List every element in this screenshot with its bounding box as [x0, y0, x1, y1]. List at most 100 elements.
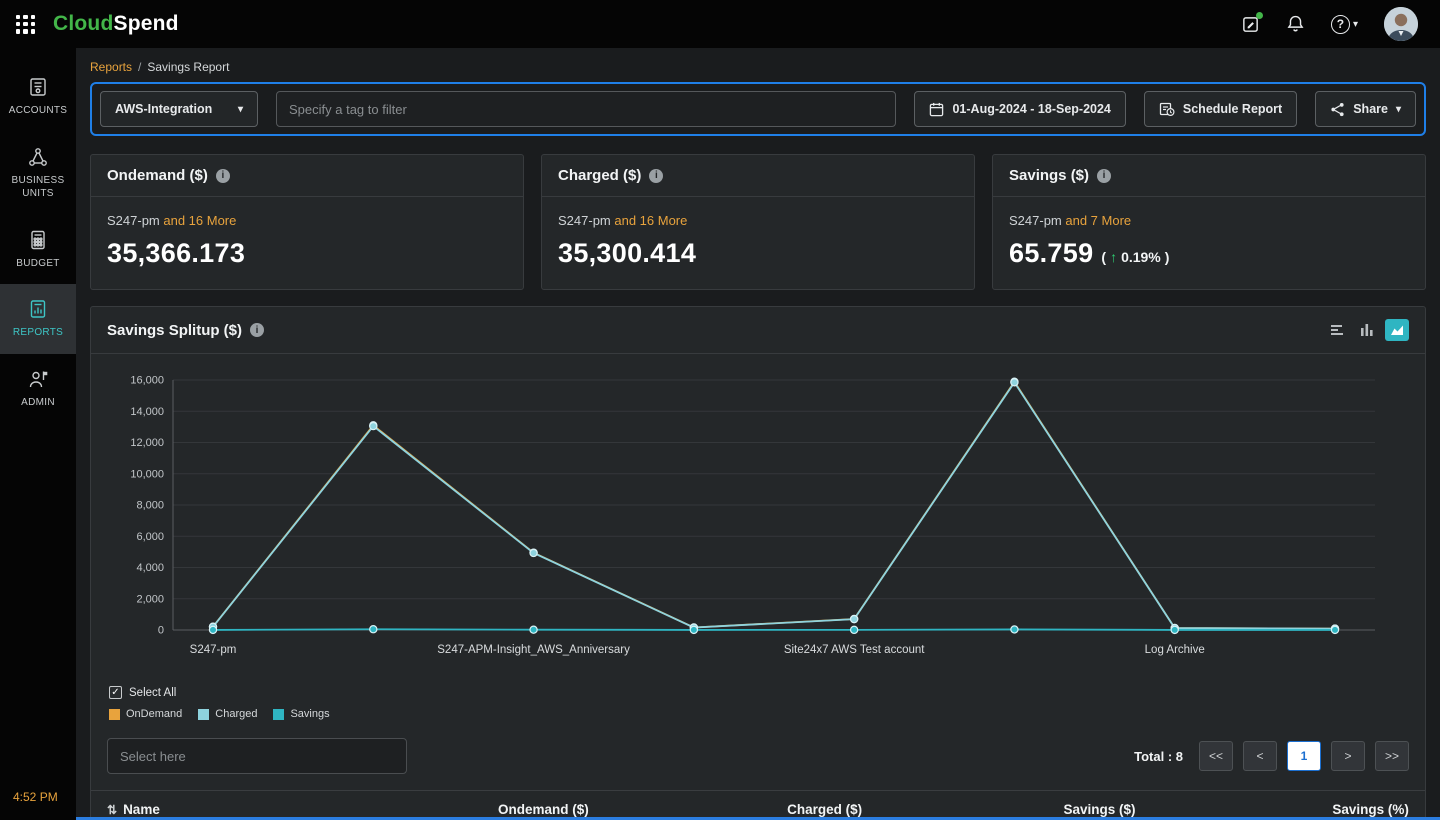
savings-splitup-card: Savings Splitup ($) i 02,0004,0006,0008,… — [90, 306, 1426, 820]
svg-text:Site24x7 AWS Test account: Site24x7 AWS Test account — [784, 644, 925, 656]
sort-icon[interactable]: ⇅ — [107, 803, 117, 817]
schedule-report-label: Schedule Report — [1183, 102, 1282, 116]
sidebar-item-budget[interactable]: BUDGET — [0, 215, 76, 285]
svg-text:S247-APM-Insight_AWS_Anniversa: S247-APM-Insight_AWS_Anniversary — [437, 644, 630, 656]
charged-card: Charged ($) i S247-pm and 16 More 35,300… — [541, 154, 975, 290]
savings-table: ⇅ Name Ondemand ($) Charged ($) Savings … — [91, 790, 1425, 820]
share-button[interactable]: Share ▾ — [1315, 91, 1416, 127]
savings-splitup-chart[interactable]: 02,0004,0006,0008,00010,00012,00014,0001… — [107, 364, 1409, 676]
account-select-input[interactable] — [107, 738, 407, 774]
account-dropdown[interactable]: AWS-Integration ▾ — [100, 91, 258, 127]
svg-text:S247-pm: S247-pm — [190, 644, 237, 656]
info-icon[interactable]: i — [649, 169, 663, 183]
header-charged[interactable]: Charged ($) — [589, 802, 862, 817]
svg-text:Log Archive: Log Archive — [1145, 644, 1205, 656]
pagination-next[interactable]: > — [1331, 741, 1365, 771]
share-icon — [1330, 102, 1345, 117]
ondemand-swatch — [109, 709, 120, 720]
header-savings-pct[interactable]: Savings (%) — [1136, 802, 1409, 817]
savings-value: 65.759 — [1009, 238, 1093, 269]
breadcrumb: Reports / Savings Report — [90, 60, 1426, 74]
select-all-label: Select All — [129, 687, 176, 699]
area-chart-icon[interactable] — [1385, 319, 1409, 341]
sidebar-label: REPORTS — [13, 326, 63, 340]
up-arrow-icon: ↑ — [1110, 249, 1117, 265]
ondemand-value: 35,366.173 — [107, 238, 507, 269]
header-ondemand[interactable]: Ondemand ($) — [315, 802, 588, 817]
sidebar-label: BUSINESS UNITS — [2, 174, 74, 201]
total-count: Total : 8 — [1134, 749, 1183, 764]
card-tag-more-link[interactable]: and 7 More — [1065, 213, 1131, 228]
info-icon[interactable]: i — [216, 169, 230, 183]
apps-grid-icon[interactable] — [16, 15, 35, 34]
card-tag: S247-pm — [107, 213, 160, 228]
feedback-icon[interactable] — [1241, 15, 1260, 34]
legend-item-savings[interactable]: Savings — [273, 708, 329, 720]
sidebar-label: ACCOUNTS — [9, 104, 68, 118]
pagination-page-1[interactable]: 1 — [1287, 741, 1321, 771]
top-bar: CloudSpend ? ▾ — [0, 0, 1440, 48]
header-name[interactable]: Name — [123, 802, 160, 817]
admin-icon — [27, 368, 49, 390]
ondemand-card: Ondemand ($) i S247-pm and 16 More 35,36… — [90, 154, 524, 290]
charged-swatch — [198, 709, 209, 720]
budget-icon — [27, 229, 49, 251]
legend-item-ondemand[interactable]: OnDemand — [109, 708, 182, 720]
date-range-button[interactable]: 01-Aug-2024 - 18-Sep-2024 — [914, 91, 1125, 127]
chart-title: Savings Splitup ($) — [107, 322, 242, 339]
svg-text:10,000: 10,000 — [130, 468, 164, 480]
pagination-prev[interactable]: < — [1243, 741, 1277, 771]
help-icon: ? — [1331, 15, 1350, 34]
table-controls: Total : 8 << < 1 > >> — [107, 738, 1409, 774]
card-title: Ondemand ($) — [107, 167, 208, 184]
schedule-icon — [1159, 101, 1175, 117]
brand-cloud: Cloud — [53, 12, 113, 35]
bell-icon[interactable] — [1286, 14, 1305, 34]
sidebar-nav: ACCOUNTS BUSINESS UNITS BUDGET REPORTS A… — [0, 48, 76, 820]
savings-delta: ( ↑ 0.19% ) — [1101, 249, 1169, 265]
card-tag-more-link[interactable]: and 16 More — [614, 213, 687, 228]
card-tag-more-link[interactable]: and 16 More — [163, 213, 236, 228]
accounts-icon — [27, 76, 49, 98]
sidebar-item-reports[interactable]: REPORTS — [0, 284, 76, 354]
sidebar-item-admin[interactable]: ADMIN — [0, 354, 76, 424]
info-icon[interactable]: i — [1097, 169, 1111, 183]
svg-text:8,000: 8,000 — [136, 500, 164, 512]
card-title: Savings ($) — [1009, 167, 1089, 184]
tag-filter-input[interactable] — [276, 91, 896, 127]
horizontal-bar-chart-icon[interactable] — [1325, 319, 1349, 341]
sidebar-item-business-units[interactable]: BUSINESS UNITS — [0, 132, 76, 215]
notification-dot — [1256, 12, 1263, 19]
select-all-checkbox[interactable]: ✓ Select All — [109, 686, 1407, 699]
calendar-icon — [929, 102, 944, 117]
sidebar-label: BUDGET — [16, 257, 59, 271]
info-icon[interactable]: i — [250, 323, 264, 337]
help-menu[interactable]: ? ▾ — [1331, 15, 1358, 34]
savings-card: Savings ($) i S247-pm and 7 More 65.759 … — [992, 154, 1426, 290]
breadcrumb-reports-link[interactable]: Reports — [90, 60, 132, 74]
pagination-first[interactable]: << — [1199, 741, 1233, 771]
chart-legend: ✓ Select All OnDemand Charged Savings — [91, 676, 1425, 720]
brand-logo: CloudSpend — [53, 12, 179, 36]
filter-toolbar: AWS-Integration ▾ 01-Aug-2024 - 18-Sep-2… — [90, 82, 1426, 136]
vertical-bar-chart-icon[interactable] — [1355, 319, 1379, 341]
svg-text:12,000: 12,000 — [130, 437, 164, 449]
svg-text:4,000: 4,000 — [136, 562, 164, 574]
account-dropdown-value: AWS-Integration — [115, 102, 212, 116]
clock-time[interactable]: 4:52 PM — [13, 790, 58, 804]
legend-item-charged[interactable]: Charged — [198, 708, 257, 720]
savings-swatch — [273, 709, 284, 720]
chevron-down-icon: ▾ — [1396, 104, 1401, 115]
card-title: Charged ($) — [558, 167, 641, 184]
card-tag: S247-pm — [1009, 213, 1062, 228]
schedule-report-button[interactable]: Schedule Report — [1144, 91, 1297, 127]
header-savings[interactable]: Savings ($) — [862, 802, 1135, 817]
reports-icon — [27, 298, 49, 320]
card-tag: S247-pm — [558, 213, 611, 228]
user-avatar[interactable] — [1384, 7, 1418, 41]
chevron-down-icon: ▾ — [1353, 19, 1358, 30]
sidebar-item-accounts[interactable]: ACCOUNTS — [0, 62, 76, 132]
main-content: Reports / Savings Report AWS-Integration… — [76, 48, 1440, 820]
charged-value: 35,300.414 — [558, 238, 958, 269]
pagination-last[interactable]: >> — [1375, 741, 1409, 771]
